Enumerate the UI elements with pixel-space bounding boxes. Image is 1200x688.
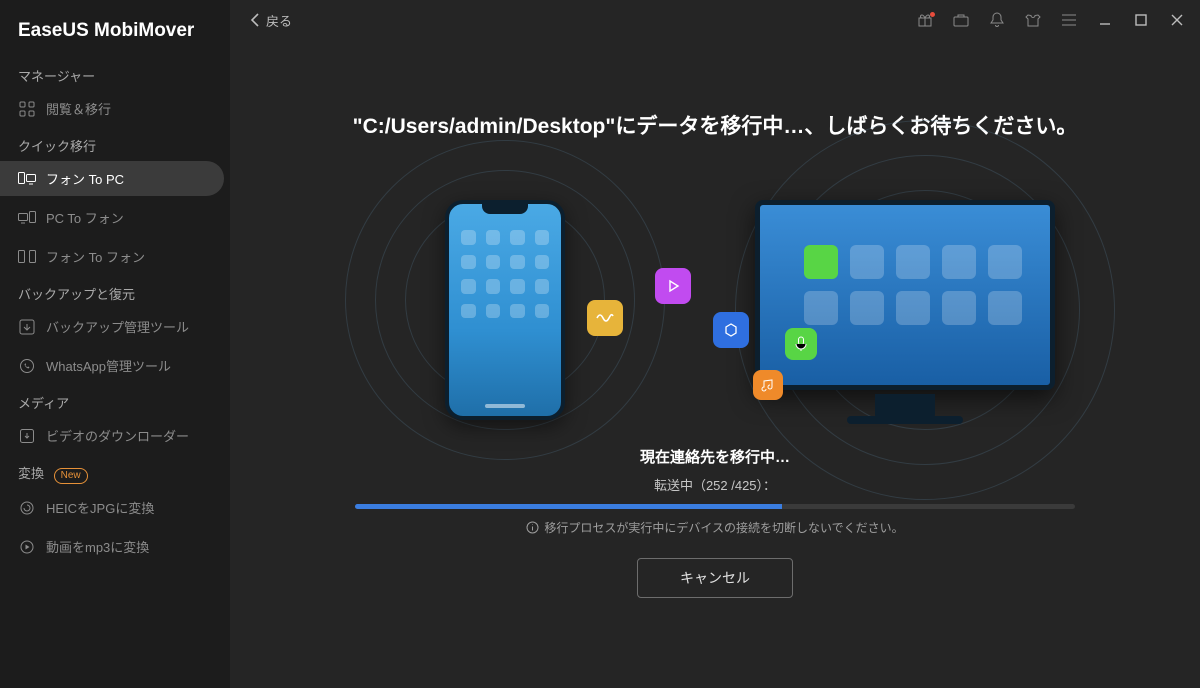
sidebar-item-label: 閲覧＆移行 (46, 99, 111, 118)
sidebar-item-label: ビデオのダウンローダー (46, 426, 189, 445)
main-panel: 戻る (230, 0, 1200, 688)
pc-to-phone-icon (18, 209, 36, 227)
cancel-button[interactable]: キャンセル (637, 558, 793, 598)
video-icon (18, 538, 36, 556)
sidebar-item-label: PC To フォン (46, 208, 124, 227)
progress-bar (355, 504, 1075, 509)
close-button[interactable] (1164, 7, 1190, 33)
music-icon (753, 370, 783, 400)
sidebar-item-browse-transfer[interactable]: 閲覧＆移行 (0, 91, 224, 126)
sidebar-item-phone-to-phone[interactable]: フォン To フォン (0, 239, 224, 274)
sidebar-item-phone-to-pc[interactable]: フォン To PC (0, 161, 224, 196)
sidebar-item-label: バックアップ管理ツール (46, 317, 189, 336)
toolbox-icon[interactable] (948, 7, 974, 33)
group-label-quick: クイック移行 (0, 128, 230, 159)
transfer-illustration (355, 160, 1075, 440)
sidebar-item-pc-to-phone[interactable]: PC To フォン (0, 200, 224, 235)
sidebar-item-label: フォン To PC (46, 169, 124, 188)
download-icon (18, 427, 36, 445)
shirt-icon[interactable] (1020, 7, 1046, 33)
transfer-count: 転送中（252 /425）： (654, 475, 776, 494)
group-label-manager: マネージャー (0, 58, 230, 89)
back-button[interactable]: 戻る (250, 11, 292, 30)
play-icon (655, 268, 691, 304)
content-area: "C:/Users/admin/Desktop"にデータを移行中…、しばらくお待… (230, 40, 1200, 688)
wave-icon (587, 300, 623, 336)
sidebar-item-heic-to-jpg[interactable]: HEICをJPGに変換 (0, 490, 224, 525)
minimize-button[interactable] (1092, 7, 1118, 33)
backup-icon (18, 318, 36, 336)
whatsapp-icon (18, 357, 36, 375)
group-label-convert: 変換 New (0, 455, 230, 488)
sidebar: EaseUS MobiMover マネージャー 閲覧＆移行 クイック移行 フォン… (0, 0, 230, 688)
app-icon (713, 312, 749, 348)
sidebar-item-video-to-mp3[interactable]: 動画をmp3に変換 (0, 529, 224, 564)
chevron-left-icon (250, 13, 260, 27)
mic-icon (785, 328, 817, 360)
sidebar-item-whatsapp-manager[interactable]: WhatsApp管理ツール (0, 348, 224, 383)
monitor-device-icon (755, 200, 1055, 390)
phone-device-icon (445, 200, 565, 420)
sidebar-item-label: フォン To フォン (46, 247, 145, 266)
badge-new: New (54, 468, 88, 484)
transfer-warning: 移行プロセスが実行中にデバイスの接続を切断しないでください。 (526, 519, 903, 536)
sidebar-item-label: WhatsApp管理ツール (46, 356, 171, 375)
info-icon (526, 521, 539, 534)
heic-icon (18, 499, 36, 517)
notification-dot-icon (930, 12, 935, 17)
sidebar-item-label: HEICをJPGに変換 (46, 498, 154, 517)
gift-icon[interactable] (912, 7, 938, 33)
back-label: 戻る (266, 11, 292, 30)
sidebar-item-label: 動画をmp3に変換 (46, 537, 149, 556)
group-label-media: メディア (0, 385, 230, 416)
titlebar: 戻る (230, 0, 1200, 40)
phone-to-pc-icon (18, 170, 36, 188)
progress-fill (355, 504, 782, 509)
sidebar-item-backup-manager[interactable]: バックアップ管理ツール (0, 309, 224, 344)
grid-icon (18, 100, 36, 118)
maximize-button[interactable] (1128, 7, 1154, 33)
bell-icon[interactable] (984, 7, 1010, 33)
menu-icon[interactable] (1056, 7, 1082, 33)
sidebar-item-video-downloader[interactable]: ビデオのダウンローダー (0, 418, 224, 453)
window-controls (912, 7, 1190, 33)
phone-to-phone-icon (18, 248, 36, 266)
transfer-status: 現在連絡先を移行中… (640, 446, 790, 467)
app-title: EaseUS MobiMover (0, 10, 230, 58)
group-label-backup: バックアップと復元 (0, 276, 230, 307)
